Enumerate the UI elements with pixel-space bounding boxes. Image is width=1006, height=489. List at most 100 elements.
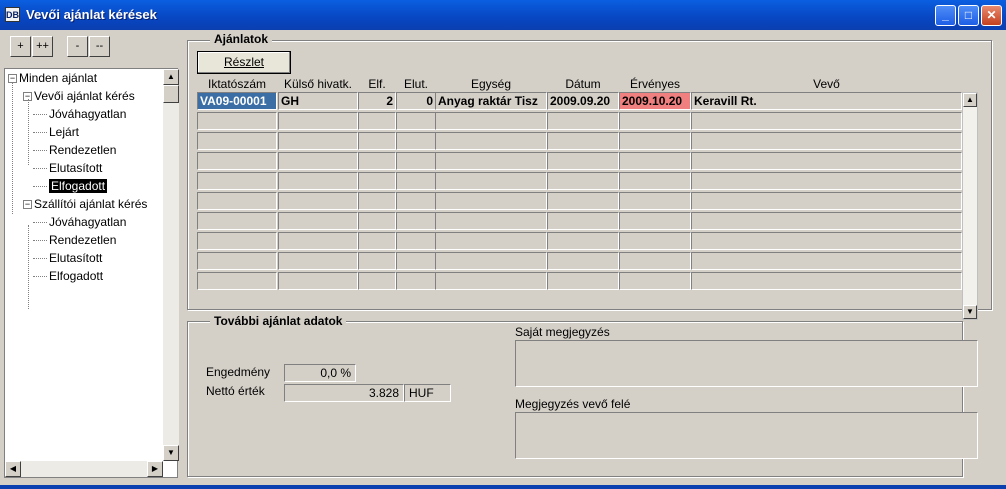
tree-node[interactable]: Lejárt [49, 124, 79, 140]
table-cell[interactable] [197, 172, 277, 190]
scroll-right-icon[interactable]: ▶ [147, 461, 163, 477]
scroll-down-icon[interactable]: ▼ [163, 445, 179, 461]
tree-node[interactable]: Rendezetlen [49, 142, 116, 158]
table-cell[interactable] [358, 192, 396, 210]
currency-field[interactable]: HUF [404, 384, 451, 402]
table-cell[interactable] [619, 132, 691, 150]
tree-node[interactable]: Jóváhagyatlan [49, 214, 126, 230]
minimize-icon[interactable]: _ [935, 5, 956, 26]
own-note-memo[interactable] [515, 340, 978, 387]
column-header[interactable]: Iktatószám [197, 77, 277, 91]
table-cell[interactable] [358, 112, 396, 130]
column-header[interactable]: Elf. [358, 77, 396, 91]
table-cell[interactable] [691, 232, 962, 250]
table-cell[interactable] [197, 112, 277, 130]
table-cell[interactable] [547, 172, 619, 190]
table-cell[interactable] [435, 252, 547, 270]
table-cell[interactable] [691, 272, 962, 290]
table-cell[interactable] [547, 192, 619, 210]
collapse-node-icon[interactable]: − [23, 200, 32, 209]
table-cell[interactable]: 2009.10.20 [619, 92, 691, 110]
table-cell[interactable] [547, 152, 619, 170]
grid-scroll-up-icon[interactable]: ▲ [963, 93, 977, 107]
table-cell[interactable] [619, 252, 691, 270]
tree-vertical-scrollbar[interactable]: ▲ ▼ [163, 69, 179, 461]
customer-note-memo[interactable] [515, 412, 978, 459]
table-cell[interactable] [547, 132, 619, 150]
tree-node[interactable]: Rendezetlen [49, 232, 116, 248]
tree-node[interactable]: Szállítói ajánlat kérés [34, 196, 147, 212]
table-cell[interactable] [619, 112, 691, 130]
table-cell[interactable] [358, 212, 396, 230]
table-cell[interactable]: VA09-00001 [197, 92, 277, 110]
collapse-all-button[interactable]: -- [89, 36, 110, 57]
table-cell[interactable] [691, 112, 962, 130]
table-cell[interactable] [547, 252, 619, 270]
table-cell[interactable] [691, 152, 962, 170]
column-header[interactable]: Külső hivatk. [278, 77, 358, 91]
table-cell[interactable] [197, 252, 277, 270]
table-cell[interactable] [691, 252, 962, 270]
table-cell[interactable]: 2 [358, 92, 396, 110]
table-cell[interactable] [547, 272, 619, 290]
table-cell[interactable] [619, 152, 691, 170]
tree-node[interactable]: Elutasított [49, 160, 102, 176]
table-cell[interactable] [396, 252, 436, 270]
table-cell[interactable] [619, 272, 691, 290]
table-cell[interactable] [691, 132, 962, 150]
scroll-thumb[interactable] [163, 85, 179, 103]
close-icon[interactable]: ✕ [981, 5, 1002, 26]
tree-node[interactable]: Elutasított [49, 250, 102, 266]
table-cell[interactable]: 0 [396, 92, 436, 110]
scroll-left-icon[interactable]: ◀ [5, 461, 21, 477]
table-cell[interactable] [396, 212, 436, 230]
table-cell[interactable] [358, 232, 396, 250]
tree-node[interactable]: Jóváhagyatlan [49, 106, 126, 122]
table-cell[interactable] [435, 212, 547, 230]
column-header[interactable]: Egység [435, 77, 547, 91]
table-cell[interactable] [358, 272, 396, 290]
table-cell[interactable] [396, 232, 436, 250]
table-cell[interactable] [197, 232, 277, 250]
detail-button[interactable]: Részlet [197, 51, 291, 74]
table-cell[interactable] [619, 192, 691, 210]
table-cell[interactable] [435, 112, 547, 130]
table-cell[interactable] [358, 172, 396, 190]
table-cell[interactable] [278, 112, 358, 130]
tree-node[interactable]: Vevői ajánlat kérés [34, 88, 135, 104]
column-header[interactable]: Vevő [691, 77, 962, 91]
table-cell[interactable] [278, 132, 358, 150]
table-cell[interactable] [197, 152, 277, 170]
table-cell[interactable]: 2009.09.20 [547, 92, 619, 110]
tree-node[interactable]: Elfogadott [49, 178, 108, 194]
table-cell[interactable] [197, 272, 277, 290]
tree-horizontal-scrollbar[interactable]: ◀ ▶ [5, 461, 163, 477]
table-cell[interactable] [278, 252, 358, 270]
table-cell[interactable] [358, 252, 396, 270]
maximize-icon[interactable]: □ [958, 5, 979, 26]
column-header[interactable]: Dátum [547, 77, 619, 91]
scroll-up-icon[interactable]: ▲ [163, 69, 179, 85]
table-cell[interactable] [396, 132, 436, 150]
table-cell[interactable] [278, 212, 358, 230]
table-cell[interactable] [278, 232, 358, 250]
table-cell[interactable] [396, 272, 436, 290]
table-cell[interactable] [435, 232, 547, 250]
table-cell[interactable] [619, 172, 691, 190]
table-cell[interactable]: Keravill Rt. [691, 92, 962, 110]
column-header[interactable]: Érvényes [619, 77, 691, 91]
table-cell[interactable] [435, 172, 547, 190]
table-cell[interactable] [435, 192, 547, 210]
table-cell[interactable] [691, 212, 962, 230]
table-cell[interactable]: GH [278, 92, 358, 110]
table-cell[interactable] [358, 152, 396, 170]
table-cell[interactable] [619, 232, 691, 250]
table-cell[interactable] [435, 152, 547, 170]
category-tree[interactable]: Minden ajánlat − Vevői ajánlat kérés − Jóváh… [4, 68, 179, 478]
column-header[interactable]: Elut. [396, 77, 436, 91]
table-cell[interactable] [691, 172, 962, 190]
table-cell[interactable] [547, 212, 619, 230]
discount-field[interactable]: 0,0 % [284, 364, 356, 382]
table-cell[interactable] [197, 192, 277, 210]
tree-node[interactable]: Elfogadott [49, 268, 103, 284]
